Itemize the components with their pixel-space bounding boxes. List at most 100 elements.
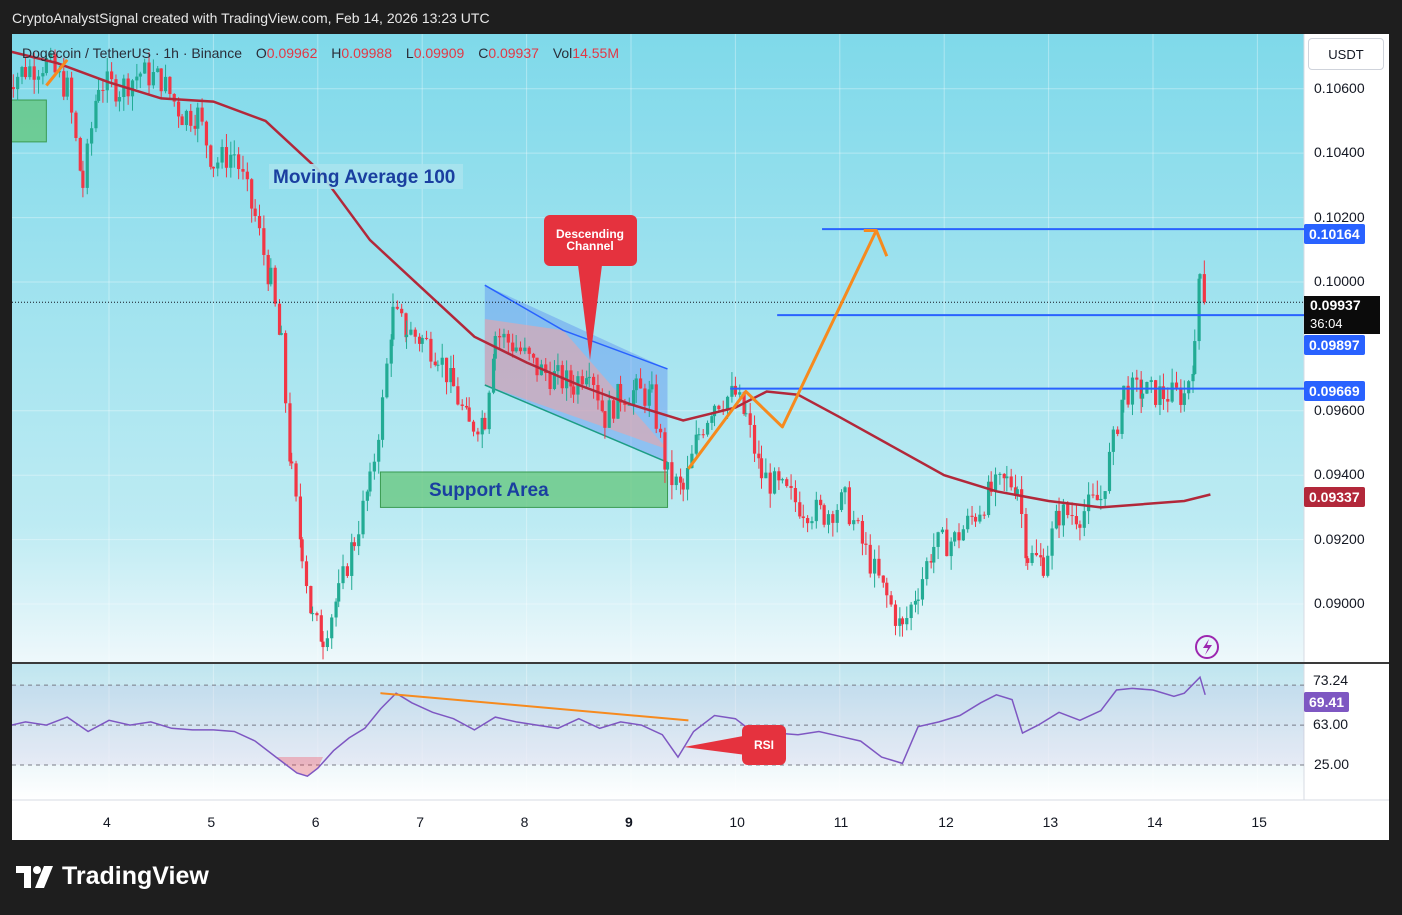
target-price-tag: 0.10164 [1304, 224, 1365, 244]
candle-body [733, 385, 737, 395]
candle-body [196, 107, 200, 129]
candle-body [404, 313, 408, 338]
candle-body [556, 365, 560, 372]
time-axis-label: 14 [1147, 814, 1163, 830]
price-axis-label: 0.10400 [1314, 144, 1365, 161]
candle-body [600, 400, 604, 412]
rsi-axis-label: 25.00 [1314, 756, 1350, 773]
candle-body [881, 575, 885, 583]
candle-body [156, 68, 160, 73]
candle-body [678, 476, 683, 483]
candle-body [232, 154, 236, 156]
candle-body [748, 413, 752, 425]
candle-body [868, 544, 872, 574]
candle-body [476, 431, 480, 435]
candle-body [216, 162, 220, 169]
candle-body [41, 73, 45, 77]
candle-body [772, 471, 777, 494]
candle-body [531, 353, 536, 358]
candle-body [1020, 489, 1024, 515]
candle-body [913, 600, 918, 605]
time-axis-label: 9 [625, 814, 633, 830]
candle-body [674, 476, 678, 486]
candle-body [970, 515, 974, 517]
candle-body [877, 558, 881, 576]
candle-body [180, 116, 184, 126]
candle-body [789, 485, 793, 489]
candle-body [654, 384, 658, 429]
candle-body [372, 461, 376, 472]
candle-body [873, 558, 877, 574]
symbol-name[interactable]: Dogecoin / TetherUS · 1h · Binance [22, 45, 242, 61]
candle-body [380, 397, 385, 440]
candle-body [905, 618, 909, 625]
candle-body [831, 514, 835, 523]
candle-body [279, 333, 283, 335]
candle-body [1154, 380, 1158, 405]
candle-body [163, 76, 168, 92]
candle-body [822, 505, 826, 525]
candle-body [759, 458, 764, 479]
candle-body [806, 518, 810, 524]
candle-body [159, 68, 163, 92]
tradingview-logo[interactable]: TradingView [16, 862, 209, 891]
candle-body [325, 638, 329, 648]
symbol-legend: Dogecoin / TetherUS · 1h · Binance O0.09… [22, 45, 619, 61]
candle-body [681, 482, 685, 490]
pane-separator[interactable] [12, 662, 1389, 664]
candle-body [471, 421, 476, 432]
candle-body [744, 413, 748, 415]
candle-body [1074, 516, 1079, 525]
candle-body [321, 641, 325, 648]
candle-body [241, 169, 245, 172]
candle-body [1174, 382, 1179, 388]
candle-body [603, 411, 607, 428]
candle-body [638, 378, 643, 389]
candle-body [826, 514, 831, 525]
candle-body [1009, 476, 1013, 488]
candle-body [1095, 494, 1099, 501]
candle-body [701, 434, 705, 436]
candle-body [973, 516, 978, 522]
candle-body [1026, 558, 1030, 563]
candle-body [523, 347, 527, 352]
candle-body [440, 357, 444, 365]
candle-countdown: 36:04 [1310, 316, 1343, 331]
candle-body [1005, 476, 1009, 479]
candle-body [330, 617, 334, 639]
candle-body [506, 333, 510, 343]
candle-body [365, 491, 369, 501]
candle-body [413, 329, 417, 337]
candle-body [200, 107, 204, 122]
candle-body [694, 434, 698, 454]
candle-body [117, 97, 122, 102]
alert-lightning-icon[interactable] [1195, 635, 1219, 659]
candle-body [304, 561, 309, 587]
candle-body [685, 467, 690, 490]
candle-body [294, 463, 298, 497]
candle-body [257, 215, 262, 229]
chart-credit: CryptoAnalystSignal created with Trading… [12, 10, 490, 26]
chart-frame: Descending Channel RSI Moving Average 10… [12, 34, 1389, 840]
candle-body [864, 543, 868, 545]
candle-body [518, 347, 523, 352]
resistance-price-tag: 0.09897 [1304, 335, 1365, 355]
candle-body [101, 89, 105, 91]
candle-body [591, 376, 596, 386]
candle-body [978, 514, 982, 522]
candle-body [1082, 511, 1086, 528]
candle-body [860, 520, 865, 544]
candle-body [245, 171, 249, 180]
candle-body [717, 405, 721, 410]
candle-body [487, 392, 491, 430]
candle-body [764, 472, 768, 479]
candle-body [69, 77, 74, 113]
currency-button[interactable]: USDT [1308, 38, 1384, 70]
candle-body [1046, 555, 1050, 576]
candle-body [920, 579, 925, 600]
time-axis-label: 7 [416, 814, 424, 830]
candle-body [389, 339, 393, 364]
candle-body [1107, 451, 1112, 492]
candle-body [835, 509, 839, 523]
candle-body [925, 561, 929, 580]
